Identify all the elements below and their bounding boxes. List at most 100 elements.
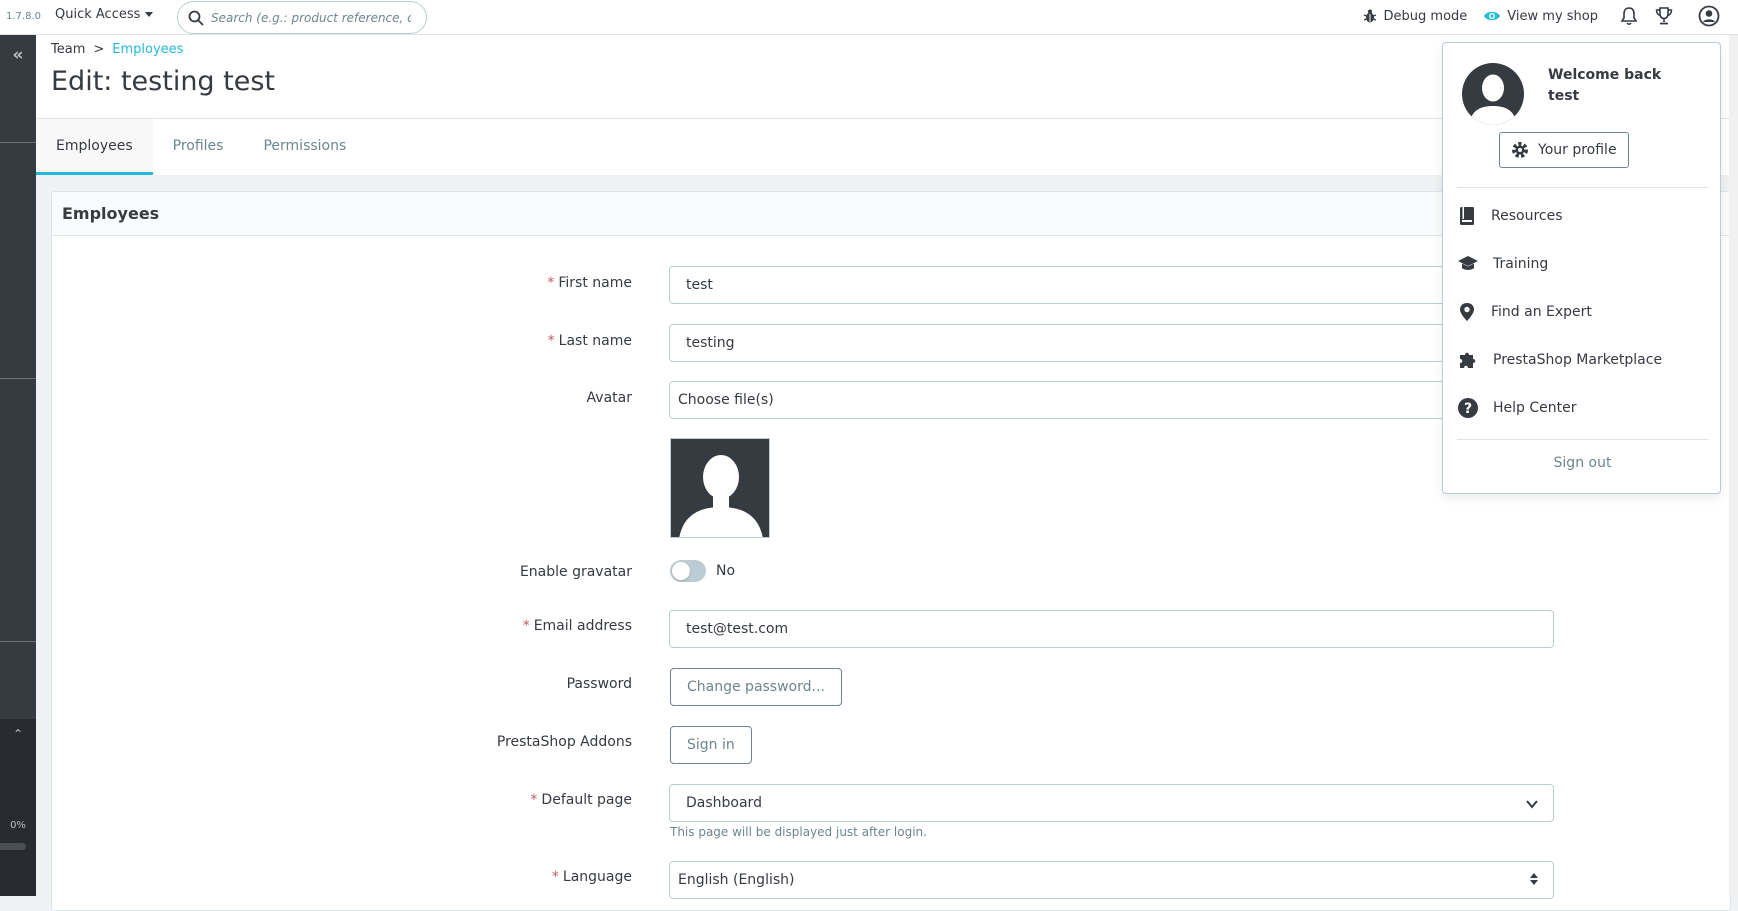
menu-item-marketplace[interactable]: PrestaShop Marketplace <box>1457 343 1708 377</box>
menu-item-label: Help Center <box>1493 400 1577 416</box>
required-mark: * <box>530 792 538 808</box>
notifications-button[interactable] <box>1620 6 1638 26</box>
sidebar-divider <box>0 378 36 379</box>
menu-item-label: Training <box>1493 256 1549 272</box>
breadcrumb-employees[interactable]: Employees <box>112 42 183 57</box>
default-page-help: This page will be displayed just after l… <box>670 825 927 839</box>
language-value: English (English) <box>678 872 795 888</box>
last-name-label: * Last name <box>332 333 632 349</box>
menu-item-help-center[interactable]: ? Help Center <box>1457 391 1708 425</box>
email-input[interactable] <box>686 621 1537 637</box>
chevron-down-icon <box>1526 800 1538 809</box>
welcome-username: test <box>1548 88 1580 104</box>
welcome-text: Welcome back test <box>1548 65 1698 107</box>
first-name-input[interactable] <box>686 277 1537 293</box>
default-page-value: Dashboard <box>686 795 762 811</box>
breadcrumb-separator: > <box>93 42 105 57</box>
puzzle-icon <box>1460 352 1476 368</box>
help-circle-icon: ? <box>1458 398 1478 418</box>
page-scrollbar[interactable] <box>1729 35 1738 896</box>
user-menu-button[interactable] <box>1698 5 1720 27</box>
bug-icon <box>1363 9 1376 23</box>
tab-profiles[interactable]: Profiles <box>153 119 244 175</box>
debug-mode-label: Debug mode <box>1383 8 1468 24</box>
debug-mode-link[interactable]: Debug mode <box>1362 8 1468 24</box>
tab-bar: Employees Profiles Permissions <box>36 119 366 175</box>
trophy-icon <box>1655 7 1673 25</box>
view-shop-label: View my shop <box>1507 8 1598 24</box>
onboarding-progress-bar[interactable] <box>0 843 26 850</box>
gravatar-toggle[interactable] <box>670 560 706 582</box>
your-profile-button[interactable]: Your profile <box>1499 132 1629 168</box>
gravatar-label: Enable gravatar <box>519 564 632 580</box>
view-shop-link[interactable]: View my shop <box>1483 9 1598 24</box>
map-pin-icon <box>1460 303 1474 321</box>
user-menu-dropdown: Welcome back test Your profile Resources… <box>1442 42 1721 494</box>
password-label: Password <box>566 676 632 692</box>
bell-icon <box>1620 7 1638 26</box>
caret-down-icon <box>145 12 154 17</box>
your-profile-label: Your profile <box>1538 142 1617 158</box>
sidebar-divider <box>0 142 36 143</box>
gear-icon <box>1512 142 1528 158</box>
welcome-label: Welcome back <box>1548 67 1662 83</box>
menu-divider <box>1457 187 1708 188</box>
menu-item-label: Find an Expert <box>1491 304 1592 320</box>
email-field[interactable] <box>669 610 1554 648</box>
breadcrumb: Team > Employees <box>51 42 183 57</box>
search-box[interactable] <box>177 1 427 34</box>
language-select[interactable]: English (English) <box>669 861 1554 899</box>
top-right-actions: Debug mode View my shop <box>1362 5 1720 27</box>
book-icon <box>1460 207 1474 225</box>
avatar-label: Avatar <box>586 390 632 406</box>
user-silhouette-icon <box>679 455 763 537</box>
version-label: 1.7.8.0 <box>6 11 41 22</box>
menu-item-resources[interactable]: Resources <box>1457 199 1708 233</box>
menu-item-label: PrestaShop Marketplace <box>1493 352 1663 368</box>
quick-access-dropdown[interactable]: Quick Access <box>55 7 154 22</box>
email-label: * Email address <box>332 618 632 634</box>
page-title: Edit: testing test <box>51 66 276 97</box>
tab-permissions[interactable]: Permissions <box>243 119 366 175</box>
quick-access-label: Quick Access <box>55 7 141 22</box>
required-mark: * <box>547 275 555 291</box>
required-mark: * <box>551 869 559 885</box>
menu-divider <box>1457 439 1708 440</box>
last-name-label-text: Last name <box>558 333 632 349</box>
addons-label: PrestaShop Addons <box>496 734 632 750</box>
last-name-field[interactable] <box>669 324 1554 362</box>
email-label-text: Email address <box>533 618 632 634</box>
collapse-sidebar-icon[interactable]: « <box>0 45 36 65</box>
menu-item-label: Resources <box>1491 208 1563 224</box>
choose-files-label: Choose file(s) <box>678 392 774 408</box>
top-bar: 1.7.8.0 Quick Access Debug mode View my … <box>0 0 1738 35</box>
required-mark: * <box>522 618 530 634</box>
menu-item-training[interactable]: Training <box>1457 247 1708 281</box>
first-name-label: * First name <box>332 275 632 291</box>
addons-sign-in-button[interactable]: Sign in <box>670 726 752 764</box>
search-input[interactable] <box>211 10 411 25</box>
gravatar-state: No <box>716 563 736 579</box>
first-name-field[interactable] <box>669 266 1554 304</box>
sign-out-link[interactable]: Sign out <box>1443 455 1722 471</box>
required-mark: * <box>547 333 555 349</box>
chevron-up-icon[interactable]: ⌃ <box>0 727 36 741</box>
language-label-text: Language <box>562 869 632 885</box>
menu-item-find-expert[interactable]: Find an Expert <box>1457 295 1708 329</box>
avatar-file-input[interactable]: Choose file(s) <box>669 381 1554 419</box>
first-name-label-text: First name <box>558 275 632 291</box>
last-name-input[interactable] <box>686 335 1537 351</box>
breadcrumb-team[interactable]: Team <box>51 42 85 57</box>
default-page-select[interactable]: Dashboard <box>669 784 1554 822</box>
user-silhouette-icon <box>1469 74 1517 125</box>
tab-employees[interactable]: Employees <box>36 119 153 175</box>
onboarding-progress-text: 0% <box>10 820 26 831</box>
trophy-button[interactable] <box>1654 6 1674 26</box>
eye-icon <box>1484 11 1501 21</box>
sidebar: « ⌃ 0% <box>0 35 36 896</box>
select-arrows-icon <box>1530 873 1538 885</box>
svg-text:?: ? <box>1464 401 1472 417</box>
user-avatar <box>1462 63 1524 125</box>
change-password-button[interactable]: Change password... <box>670 668 842 706</box>
graduation-cap-icon <box>1458 256 1478 270</box>
